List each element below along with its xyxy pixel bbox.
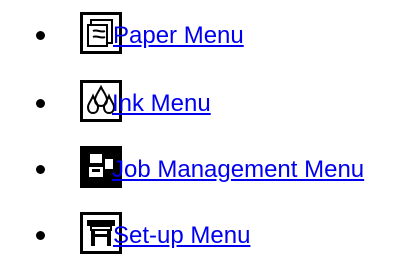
menu-item-setup[interactable]: Set-up Menu [0, 212, 408, 258]
menu-item-paper[interactable]: Paper Menu [0, 12, 408, 58]
menu-item-job-management[interactable]: Job Management Menu [0, 146, 408, 192]
paper-menu-link[interactable]: Paper Menu [113, 22, 244, 50]
bullet [36, 165, 45, 174]
ink-menu-link[interactable]: Ink Menu [112, 90, 211, 118]
bullet [36, 231, 45, 240]
bullet [36, 99, 45, 108]
bullet [36, 31, 45, 40]
job-management-menu-link[interactable]: Job Management Menu [112, 156, 364, 184]
menu-item-ink[interactable]: Ink Menu [0, 80, 408, 126]
setup-menu-link[interactable]: Set-up Menu [113, 222, 250, 250]
menu-list: Paper Menu Ink Menu Job Management Menu [0, 0, 408, 267]
